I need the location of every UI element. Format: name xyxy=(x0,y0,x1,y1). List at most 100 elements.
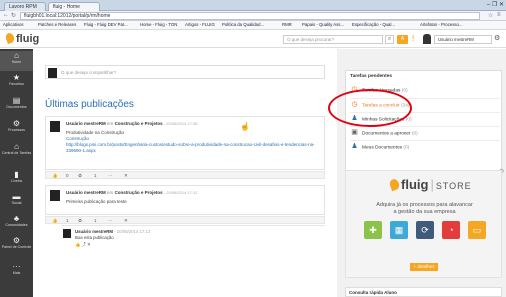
comment-count[interactable]: 1 xyxy=(94,218,97,223)
sidebar-item-task-center[interactable]: ⌂ Central de Tarefas xyxy=(0,142,33,166)
sidebar-item-trash[interactable]: ▮ Líxeira xyxy=(0,170,33,190)
more-icon[interactable]: ⋯ xyxy=(108,173,113,179)
feed-post: Usuário mestreRM em Construção e Projeto… xyxy=(45,185,325,215)
refresh-icon[interactable]: ⟳ xyxy=(416,221,434,239)
post-author[interactable]: Usuário mestreRM xyxy=(66,190,106,195)
bookmark-item[interactable]: Patches e Releases xyxy=(38,22,76,27)
fluig-logo[interactable]: fluig xyxy=(4,31,39,45)
task-count: (0) xyxy=(403,145,410,151)
bookmark-item[interactable]: RMR xyxy=(282,22,292,27)
store-tagline: Adquira já os processos para alavancar a… xyxy=(346,202,503,216)
share-icon[interactable]: ♻ xyxy=(78,173,82,179)
window-controls[interactable]: – ❐ ✕ xyxy=(487,1,504,8)
back-icon[interactable]: ← xyxy=(3,12,9,18)
close-icon[interactable]: ✕ xyxy=(124,218,128,224)
store-logo-suffix: STORE xyxy=(435,181,472,191)
fluig-drop-icon xyxy=(388,177,401,192)
sidebar-item-favorites[interactable]: ★ Favoritos xyxy=(0,73,33,93)
sidebar-item-control-panel[interactable]: ⚙ Painel de Controle xyxy=(0,236,33,260)
bookmark-star-icon[interactable]: ☆ xyxy=(488,12,493,19)
sidebar-item-communities[interactable]: ♣ Comunidades xyxy=(0,214,33,234)
url-field[interactable]: fluigbh01.local:12012/portal/p/rm/home xyxy=(20,12,480,20)
like-count: 1 xyxy=(66,218,69,223)
home-icon: ⌂ xyxy=(14,51,19,60)
chart-icon[interactable]: ▦ xyxy=(390,221,408,239)
sidebar-item-processes[interactable]: ⚙ Processos xyxy=(0,119,33,139)
avatar[interactable] xyxy=(50,121,60,132)
sidebar-item-social[interactable]: ▬ Social xyxy=(0,192,33,212)
bookmarks-bar: Aplicativos Patches e Releases Fluig - F… xyxy=(0,21,506,30)
timer-icon[interactable]: ◔ xyxy=(442,221,460,239)
share-icon[interactable]: ♻ xyxy=(78,218,82,224)
store-logo-text: fluig xyxy=(401,177,429,192)
sidebar-item-label: Central de Tarefas xyxy=(1,151,32,155)
files-icon: ▮ xyxy=(14,170,19,179)
sidebar-item-label: Comunidades xyxy=(5,223,28,227)
post-author[interactable]: Usuário mestreRM xyxy=(66,121,106,126)
store-tagline-line: a gestão da sua empresa xyxy=(393,209,456,215)
feed-post: Usuário mestreRM em Construção e Projeto… xyxy=(45,116,325,170)
warning-icon[interactable]: ! xyxy=(412,34,414,43)
avatar[interactable] xyxy=(423,34,431,44)
tab-fluig-home[interactable]: fluig - Home xyxy=(48,2,100,11)
avatar[interactable] xyxy=(63,229,71,238)
bookmark-item[interactable]: Artefatos - Processo... xyxy=(420,22,463,27)
menu-icon[interactable]: ≡ xyxy=(497,12,501,18)
screen-icon[interactable]: ▭ xyxy=(468,221,486,239)
post-body: Produtividade na Construção Construção h… xyxy=(66,130,316,154)
bookmark-item[interactable]: Fluig - Fluig DEV Pat... xyxy=(84,22,128,27)
tab-lavoro[interactable]: Lavoro RPM xyxy=(4,2,46,11)
gear-icon[interactable]: ⚙ xyxy=(494,34,500,42)
sidebar: ⌂ Home ★ Favoritos ▤ Documentos ⚙ Processos … xyxy=(0,49,33,297)
task-docs-approve[interactable]: ▣ Documentos a aprover (0) xyxy=(350,126,500,138)
store-tagline-line: Adquira já os processos para alavancar xyxy=(376,202,473,208)
post-actions: 👍 0 ♻ 1 ⋯ ✕ xyxy=(45,171,325,179)
like-icon[interactable]: 👍 xyxy=(52,218,58,224)
post-body: Primeira publicação para teste xyxy=(66,199,316,205)
task-count: (0) xyxy=(405,117,412,123)
search-input[interactable]: O que deseja procurar? xyxy=(283,35,383,44)
comment-count[interactable]: 1 xyxy=(94,173,97,178)
communities-icon: ♣ xyxy=(13,214,20,223)
bookmark-item[interactable]: Home - Fluig - TON xyxy=(140,22,177,27)
puzzle-icon[interactable]: ✚ xyxy=(364,221,382,239)
comment-date: - 20/08/2014 17:13 xyxy=(114,229,151,234)
sidebar-item-home[interactable]: ⌂ Home xyxy=(0,51,33,71)
post-header: Usuário mestreRM em Construção e Projeto… xyxy=(66,121,197,126)
close-icon[interactable]: ✕ xyxy=(124,173,128,179)
bookmark-item[interactable]: Especificação - Qual... xyxy=(352,22,395,27)
sidebar-item-more[interactable]: ··· Mais xyxy=(0,262,33,280)
bookmark-item[interactable]: Política da Qualidad... xyxy=(222,22,264,27)
post-date: - 20/08/2014 17:38 xyxy=(163,121,198,126)
post-community[interactable]: Construção e Projetos xyxy=(115,121,163,126)
star-icon: ★ xyxy=(12,73,21,82)
mouse-cursor-icon: ☝ xyxy=(240,122,250,131)
search-icon[interactable]: ⌕ xyxy=(385,35,394,44)
comment-actions[interactable]: 👍 ⤴ ✕ xyxy=(75,242,91,248)
store-logo: fluig | STORE xyxy=(388,177,472,192)
store-details-button[interactable]: + detalhes xyxy=(410,263,438,271)
avatar xyxy=(48,68,57,78)
like-icon[interactable]: 👍 xyxy=(52,173,58,179)
post-header: Usuário mestreRM em Construção e Projeto… xyxy=(66,190,197,195)
user-menu[interactable]: Usuário mestreRM xyxy=(434,35,492,44)
post-url-link[interactable]: http://blogs.pini.com.br/posts/Engenhari… xyxy=(66,142,316,154)
sidebar-item-documents[interactable]: ▤ Documentos xyxy=(0,96,33,116)
more-icon[interactable]: ⋯ xyxy=(108,218,113,224)
task-my-docs[interactable]: ♟ Meus Documentos (0) xyxy=(350,140,500,152)
post-composer[interactable]: O que deseja compartilhar? xyxy=(45,65,325,79)
bookmark-item[interactable]: Artigos - FLUIG xyxy=(185,22,215,27)
comment-author[interactable]: Usuário mestreRM xyxy=(75,229,113,234)
logo-separator: | xyxy=(430,177,434,192)
doc-approve-icon: ▣ xyxy=(351,129,358,136)
reload-icon[interactable]: ↻ xyxy=(11,12,16,19)
bookmark-item[interactable]: Aplicativos xyxy=(3,22,24,27)
bookmark-item[interactable]: Papais - Quality Ass... xyxy=(302,22,344,27)
processes-icon: ⚙ xyxy=(12,119,21,128)
avatar[interactable] xyxy=(50,190,60,201)
panel-title: Tarefas pendentes xyxy=(350,74,393,79)
alert-icon[interactable]: A xyxy=(397,35,408,44)
post-community[interactable]: Construção e Projetos xyxy=(115,190,163,195)
fluig-store-banner[interactable]: fluig | STORE Adquira já os processos para… xyxy=(345,170,502,278)
tab-label: fluig - Home xyxy=(53,4,80,10)
